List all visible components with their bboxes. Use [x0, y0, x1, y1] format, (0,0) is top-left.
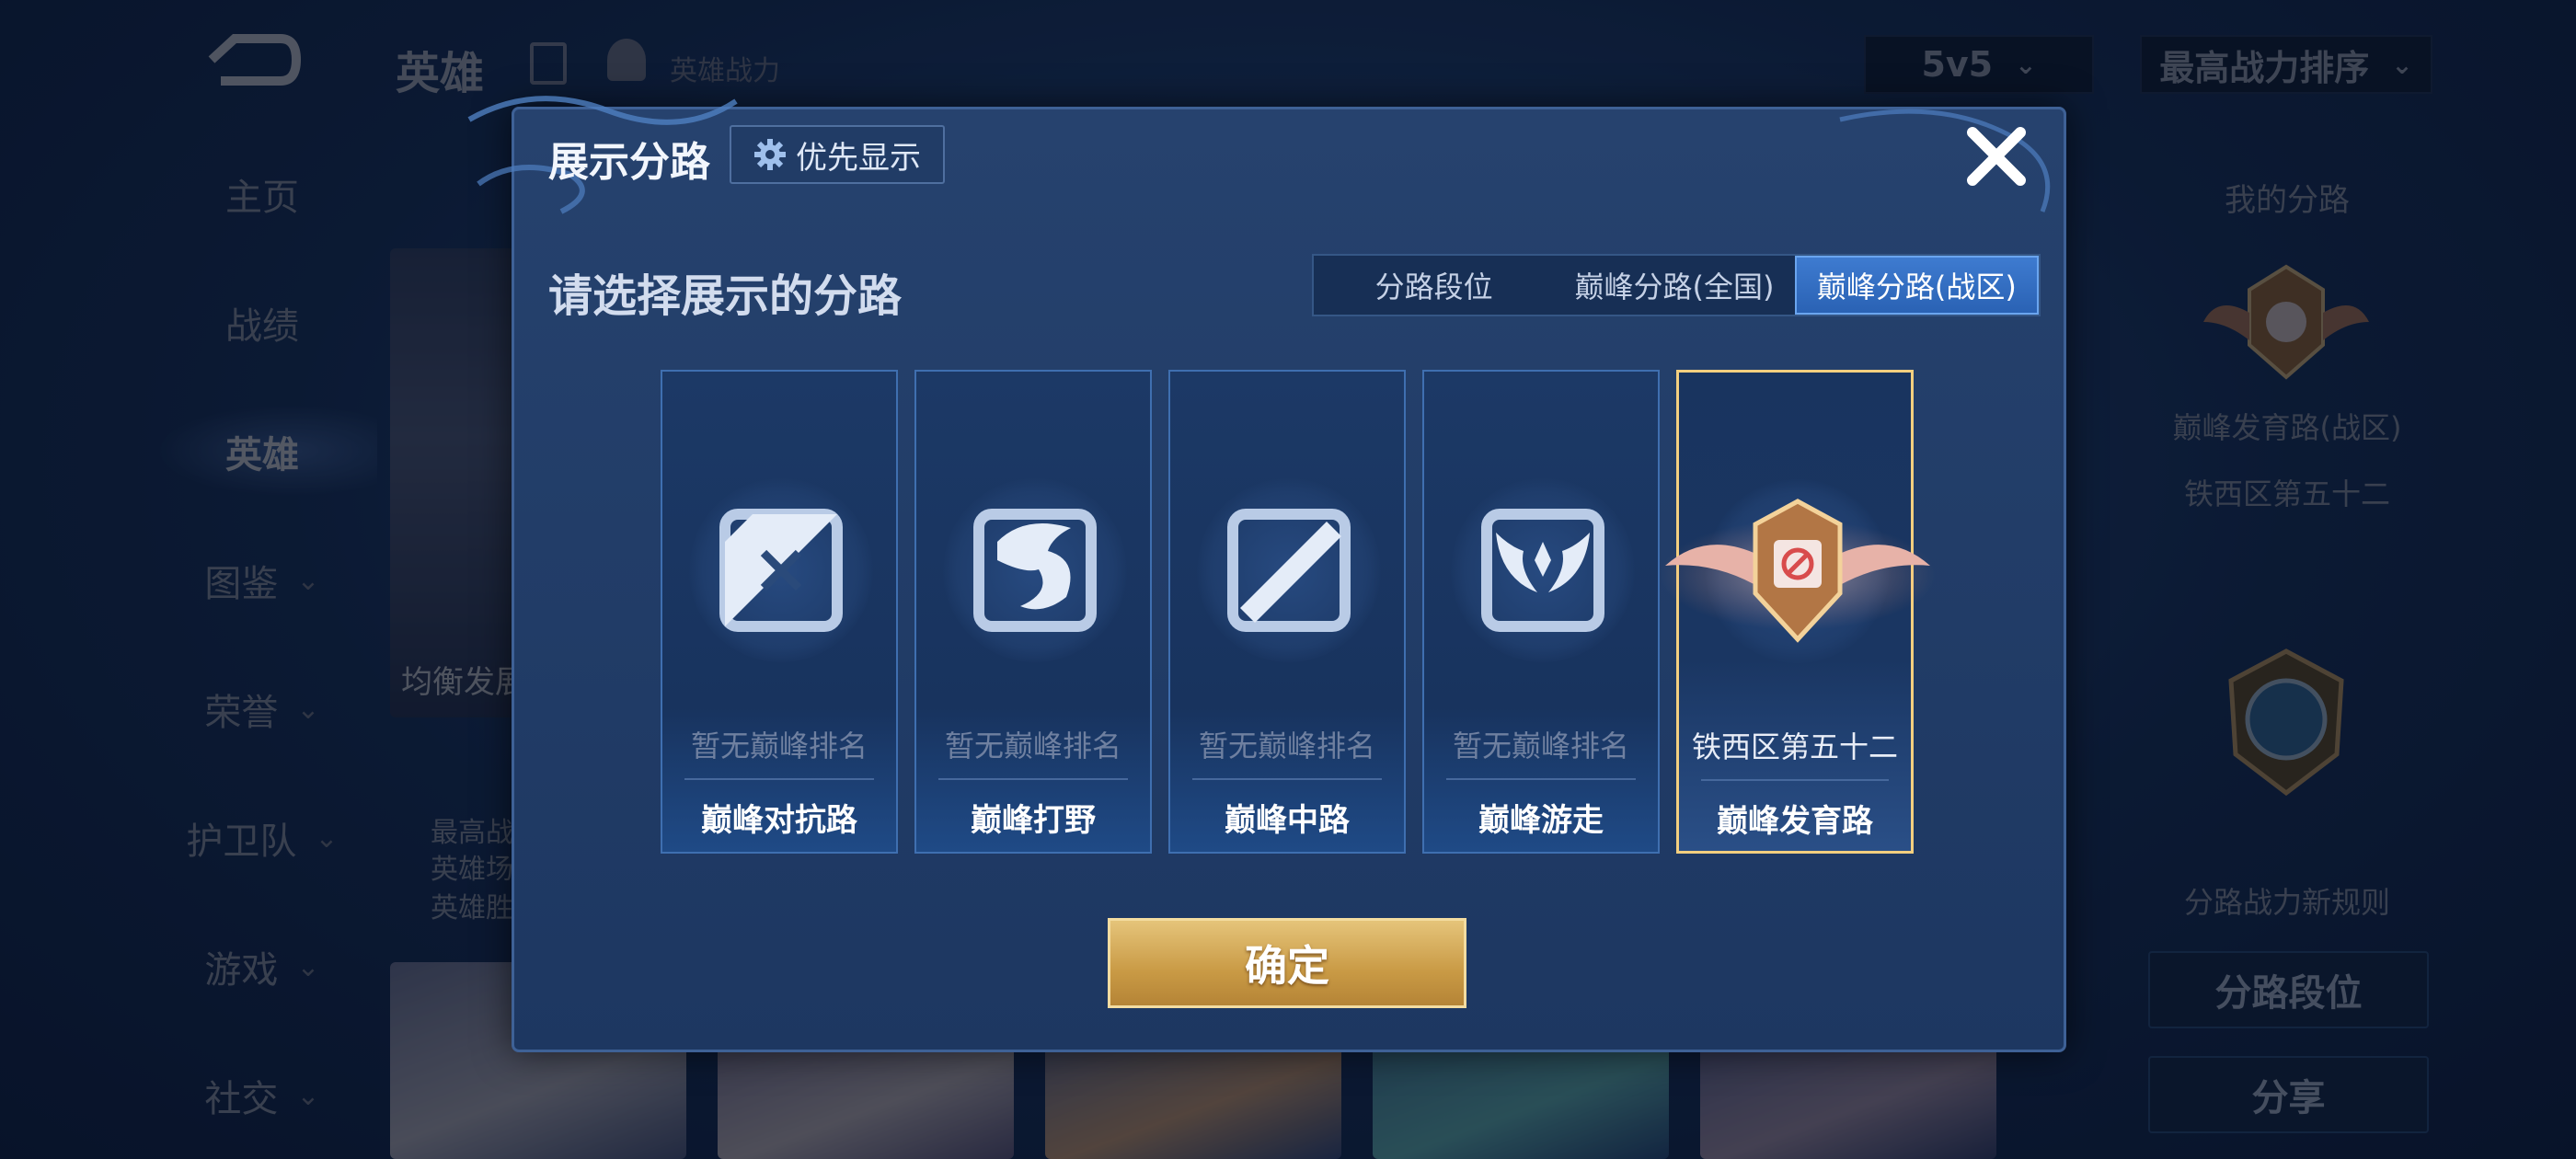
divider	[1192, 778, 1382, 780]
tab-peak-national[interactable]: 巅峰分路(全国)	[1554, 256, 1794, 315]
lane-select-prompt: 请选择展示的分路	[548, 270, 903, 322]
lane-card-mid[interactable]: 暂无巅峰排名 巅峰中路	[1168, 370, 1406, 854]
lane-name: 巅峰游走	[1478, 802, 1604, 839]
clash-lane-icon	[719, 509, 843, 632]
confirm-button[interactable]: 确定	[1108, 918, 1466, 1008]
close-icon[interactable]	[1960, 120, 2033, 193]
dialog-title: 展示分路	[548, 139, 710, 186]
lane-card-roam[interactable]: 暂无巅峰排名 巅峰游走	[1422, 370, 1660, 854]
lane-card-jungle[interactable]: 暂无巅峰排名 巅峰打野	[914, 370, 1152, 854]
lane-card-farm[interactable]: 铁西区第五十二 巅峰发育路	[1660, 370, 1936, 854]
jungle-dragon-icon	[973, 509, 1097, 632]
gear-icon	[754, 139, 786, 170]
divider	[938, 778, 1128, 780]
lane-name: 巅峰中路	[1225, 802, 1350, 839]
tab-peak-region[interactable]: 巅峰分路(战区)	[1794, 256, 2039, 315]
tab-lane-rank[interactable]: 分路段位	[1314, 256, 1554, 315]
lane-rank: 暂无巅峰排名	[1452, 729, 1629, 763]
lane-name: 巅峰打野	[971, 802, 1096, 839]
lane-rank: 暂无巅峰排名	[944, 729, 1121, 763]
lane-card-clash[interactable]: 暂无巅峰排名 巅峰对抗路	[661, 370, 898, 854]
lane-rank: 铁西区第五十二	[1691, 729, 1898, 764]
divider	[1701, 779, 1889, 781]
priority-display-label: 优先显示	[796, 139, 921, 177]
cloud-ornament	[1839, 109, 2051, 212]
lane-rank: 暂无巅峰排名	[1198, 729, 1375, 763]
lane-rank: 暂无巅峰排名	[690, 729, 868, 763]
divider	[1446, 778, 1636, 780]
roam-wings-icon	[1481, 509, 1604, 632]
farm-lane-badge-icon	[1660, 499, 1936, 643]
divider	[684, 778, 874, 780]
lane-name: 巅峰对抗路	[701, 802, 857, 839]
lane-name: 巅峰发育路	[1717, 803, 1873, 840]
priority-display-button[interactable]: 优先显示	[730, 125, 945, 184]
mid-lane-icon	[1227, 509, 1351, 632]
lane-tabs: 分路段位 巅峰分路(全国) 巅峰分路(战区)	[1312, 254, 2041, 316]
